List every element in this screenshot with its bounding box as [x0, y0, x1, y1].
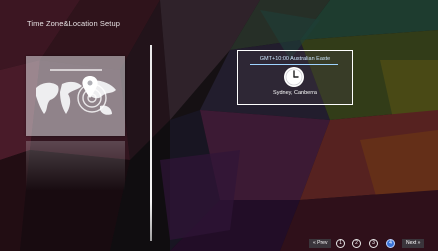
step-2[interactable]: 2	[352, 239, 361, 248]
timezone-label: GMT+10:00 Australian Easte	[259, 56, 331, 62]
prev-button[interactable]: « Prev	[309, 239, 332, 248]
world-map-location-icon	[36, 69, 116, 115]
step-4[interactable]: 4	[386, 239, 395, 248]
card-reflection	[26, 141, 125, 191]
timezone-underline	[250, 64, 338, 65]
divider	[150, 45, 152, 241]
page-title: Time Zone&Location Setup	[27, 19, 121, 28]
timezone-city: Sydney, Canberra	[273, 90, 317, 96]
clock-icon	[284, 67, 304, 87]
next-button[interactable]: Next »	[402, 239, 425, 248]
step-3[interactable]: 3	[369, 239, 378, 248]
location-card[interactable]	[26, 56, 125, 136]
step-1[interactable]: 1	[336, 239, 345, 248]
timezone-card[interactable]: GMT+10:00 Australian Easte Sydney, Canbe…	[237, 50, 353, 105]
